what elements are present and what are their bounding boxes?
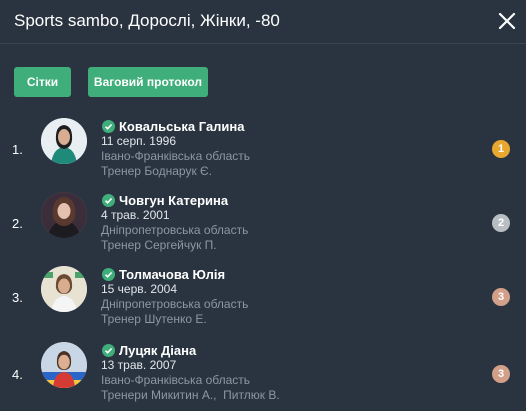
place-badge: 2 <box>492 214 510 232</box>
place-badge: 3 <box>492 365 510 383</box>
athlete-name[interactable]: Луцяк Діана <box>119 343 196 358</box>
athlete-region: Дніпропетровська область <box>101 297 249 311</box>
athlete-region: Івано-Франківська область <box>101 373 251 387</box>
athlete-row[interactable]: 2. Човгун Катерина 4 трав. 2001 Дніпропе… <box>0 189 526 265</box>
avatar <box>41 118 87 164</box>
athlete-coach: Тренер Сергейчук П. <box>101 238 217 252</box>
athlete-number: 4. <box>12 367 23 382</box>
check-circle-icon <box>102 268 115 281</box>
avatar <box>41 266 87 312</box>
grids-button[interactable]: Сітки <box>14 67 71 97</box>
place-badge: 3 <box>492 288 510 306</box>
check-circle-icon <box>102 120 115 133</box>
athlete-row[interactable]: 3. Толмачова Юлія 15 черв. 2004 Дніпропе… <box>0 263 526 339</box>
modal-header: Sports sambo, Дорослі, Жінки, -80 <box>0 0 526 44</box>
athlete-name[interactable]: Човгун Катерина <box>119 193 228 208</box>
athlete-coach: Тренер Шутенко Е. <box>101 312 207 326</box>
athlete-dob: 15 черв. 2004 <box>101 282 178 296</box>
athlete-region: Івано-Франківська область <box>101 149 251 163</box>
athlete-dob: 11 серп. 1996 <box>101 134 176 148</box>
athlete-row[interactable]: 4. Луцяк Діана 13 трав. 2007 Івано-Франк… <box>0 337 526 411</box>
athlete-coach: Тренери Микитин А., Питлюк В. <box>101 388 280 402</box>
weigh-protocol-button[interactable]: Ваговий протокол <box>88 67 208 97</box>
athlete-number: 3. <box>12 290 23 305</box>
close-icon[interactable] <box>496 10 518 32</box>
modal-title: Sports sambo, Дорослі, Жінки, -80 <box>14 11 280 30</box>
athlete-name[interactable]: Ковальська Галина <box>119 119 245 134</box>
athlete-row[interactable]: 1. Ковальська Галина 11 серп. 1996 Івано… <box>0 115 526 191</box>
athlete-dob: 4 трав. 2001 <box>101 208 170 222</box>
athlete-coach: Тренер Боднарук Є. <box>101 164 212 178</box>
athlete-number: 1. <box>12 142 23 157</box>
athlete-region: Дніпропетровська область <box>101 223 249 237</box>
place-badge: 1 <box>492 140 510 158</box>
check-circle-icon <box>102 344 115 357</box>
check-circle-icon <box>102 194 115 207</box>
avatar <box>41 342 87 388</box>
athlete-name[interactable]: Толмачова Юлія <box>119 267 225 282</box>
athlete-number: 2. <box>12 216 23 231</box>
athlete-dob: 13 трав. 2007 <box>101 358 177 372</box>
avatar <box>41 192 87 238</box>
